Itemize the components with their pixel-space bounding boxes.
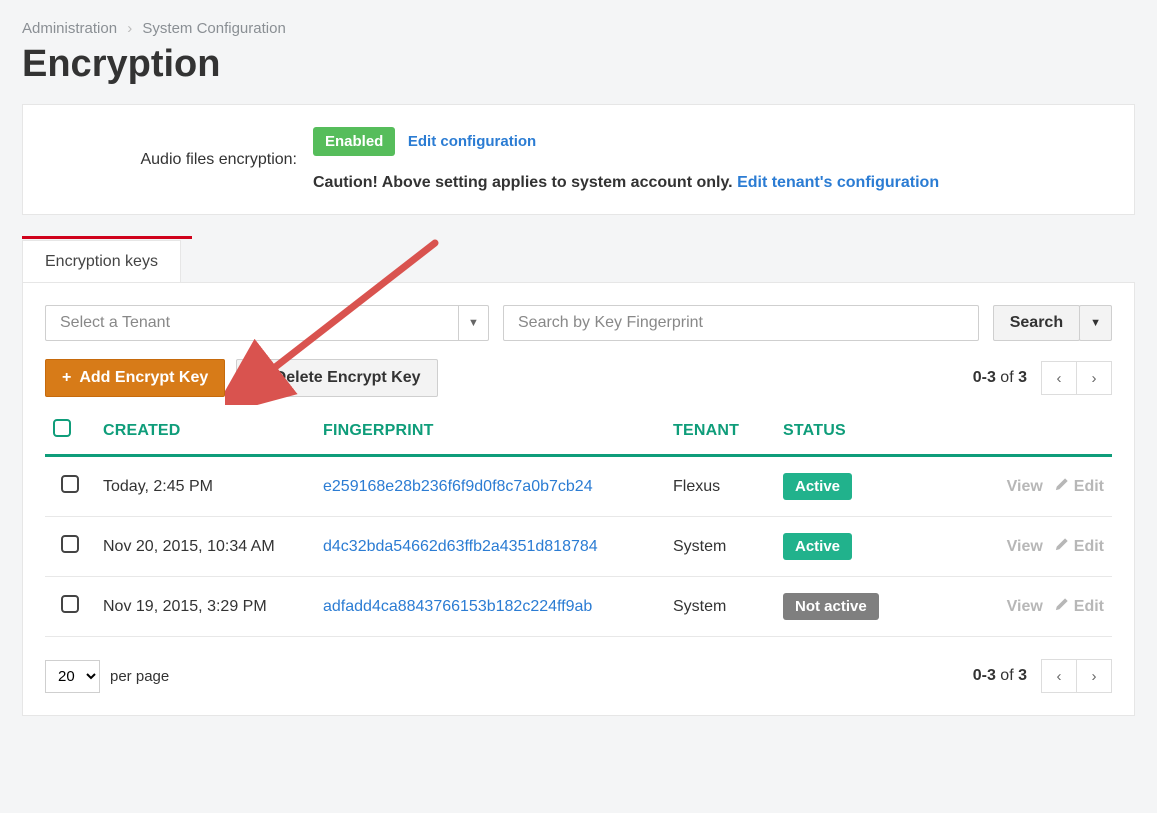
cell-tenant: Flexus: [665, 456, 775, 517]
per-page-label: per page: [110, 668, 169, 685]
status-badge-enabled: Enabled: [313, 127, 395, 156]
cell-created: Today, 2:45 PM: [95, 456, 315, 517]
cell-tenant: System: [665, 577, 775, 637]
chevron-right-icon: ›: [127, 20, 132, 37]
plus-icon: +: [62, 369, 71, 387]
edit-icon: [1055, 537, 1069, 556]
column-header-status[interactable]: STATUS: [775, 407, 905, 456]
status-badge: Active: [783, 533, 852, 560]
table-row: Today, 2:45 PM e259168e28b236f6f9d0f8c7a0…: [45, 456, 1112, 517]
pagination-range-bottom: 0-3 of 3: [973, 667, 1027, 685]
table-row: Nov 19, 2015, 3:29 PM adfadd4ca8843766153…: [45, 577, 1112, 637]
keys-table: CREATED FINGERPRINT TENANT STATUS Today,…: [45, 407, 1112, 637]
select-all-checkbox[interactable]: [53, 419, 71, 437]
chevron-down-icon: ▼: [458, 306, 488, 340]
view-action[interactable]: View: [1007, 478, 1043, 496]
add-encrypt-key-button[interactable]: + Add Encrypt Key: [45, 359, 225, 397]
edit-action[interactable]: Edit: [1055, 537, 1104, 556]
delete-encrypt-key-button[interactable]: ✕ Delete Encrypt Key: [236, 359, 437, 397]
tab-panel-encryption-keys: Select a Tenant ▼ Search ▼ + Add Encrypt…: [22, 282, 1135, 716]
edit-action[interactable]: Edit: [1055, 477, 1104, 496]
page-title: Encryption: [22, 43, 1135, 86]
status-badge: Active: [783, 473, 852, 500]
per-page-select[interactable]: 20: [45, 660, 100, 693]
column-header-fingerprint[interactable]: FINGERPRINT: [315, 407, 665, 456]
table-row: Nov 20, 2015, 10:34 AM d4c32bda54662d63ff…: [45, 517, 1112, 577]
breadcrumb: Administration › System Configuration: [22, 20, 1135, 37]
pagination-range-top: 0-3 of 3: [973, 369, 1027, 387]
fingerprint-link[interactable]: adfadd4ca8843766153b182c224ff9ab: [323, 598, 592, 615]
add-encrypt-key-label: Add Encrypt Key: [79, 369, 208, 387]
caution-text: Caution! Above setting applies to system…: [313, 174, 737, 191]
edit-icon: [1055, 477, 1069, 496]
prev-page-button[interactable]: ‹: [1041, 659, 1077, 693]
settings-label-audio-encryption: Audio files encryption:: [51, 151, 297, 169]
tab-active-indicator: [22, 236, 192, 239]
delete-encrypt-key-label: Delete Encrypt Key: [275, 369, 421, 387]
tabs: Encryption keys Select a Tenant ▼ Se: [22, 239, 1135, 716]
tab-encryption-keys[interactable]: Encryption keys: [22, 240, 181, 283]
settings-panel: Audio files encryption: Enabled Edit con…: [22, 104, 1135, 215]
next-page-button[interactable]: ›: [1076, 659, 1112, 693]
fingerprint-link[interactable]: e259168e28b236f6f9d0f8c7a0b7cb24: [323, 478, 593, 495]
chevron-down-icon: ▼: [1090, 317, 1101, 329]
tenant-select-placeholder: Select a Tenant: [46, 306, 458, 340]
breadcrumb-item-system-configuration[interactable]: System Configuration: [142, 20, 285, 37]
close-icon: ✕: [253, 368, 266, 388]
cell-created: Nov 19, 2015, 3:29 PM: [95, 577, 315, 637]
chevron-right-icon: ›: [1092, 668, 1097, 685]
chevron-right-icon: ›: [1092, 370, 1097, 387]
next-page-button[interactable]: ›: [1076, 361, 1112, 395]
edit-action[interactable]: Edit: [1055, 597, 1104, 616]
chevron-left-icon: ‹: [1057, 370, 1062, 387]
row-checkbox[interactable]: [61, 595, 79, 613]
row-checkbox[interactable]: [61, 475, 79, 493]
search-dropdown-button[interactable]: ▼: [1079, 305, 1112, 341]
column-header-tenant[interactable]: TENANT: [665, 407, 775, 456]
row-checkbox[interactable]: [61, 535, 79, 553]
tenant-select[interactable]: Select a Tenant ▼: [45, 305, 489, 341]
cell-created: Nov 20, 2015, 10:34 AM: [95, 517, 315, 577]
view-action[interactable]: View: [1007, 598, 1043, 616]
column-header-created[interactable]: CREATED: [95, 407, 315, 456]
search-input[interactable]: [503, 305, 979, 341]
cell-tenant: System: [665, 517, 775, 577]
view-action[interactable]: View: [1007, 538, 1043, 556]
edit-tenant-configuration-link[interactable]: Edit tenant's configuration: [737, 174, 939, 191]
breadcrumb-item-administration[interactable]: Administration: [22, 20, 117, 37]
edit-icon: [1055, 597, 1069, 616]
edit-configuration-link[interactable]: Edit configuration: [408, 133, 536, 150]
prev-page-button[interactable]: ‹: [1041, 361, 1077, 395]
search-button[interactable]: Search: [993, 305, 1080, 341]
status-badge: Not active: [783, 593, 879, 620]
fingerprint-link[interactable]: d4c32bda54662d63ffb2a4351d818784: [323, 538, 598, 555]
chevron-left-icon: ‹: [1057, 668, 1062, 685]
